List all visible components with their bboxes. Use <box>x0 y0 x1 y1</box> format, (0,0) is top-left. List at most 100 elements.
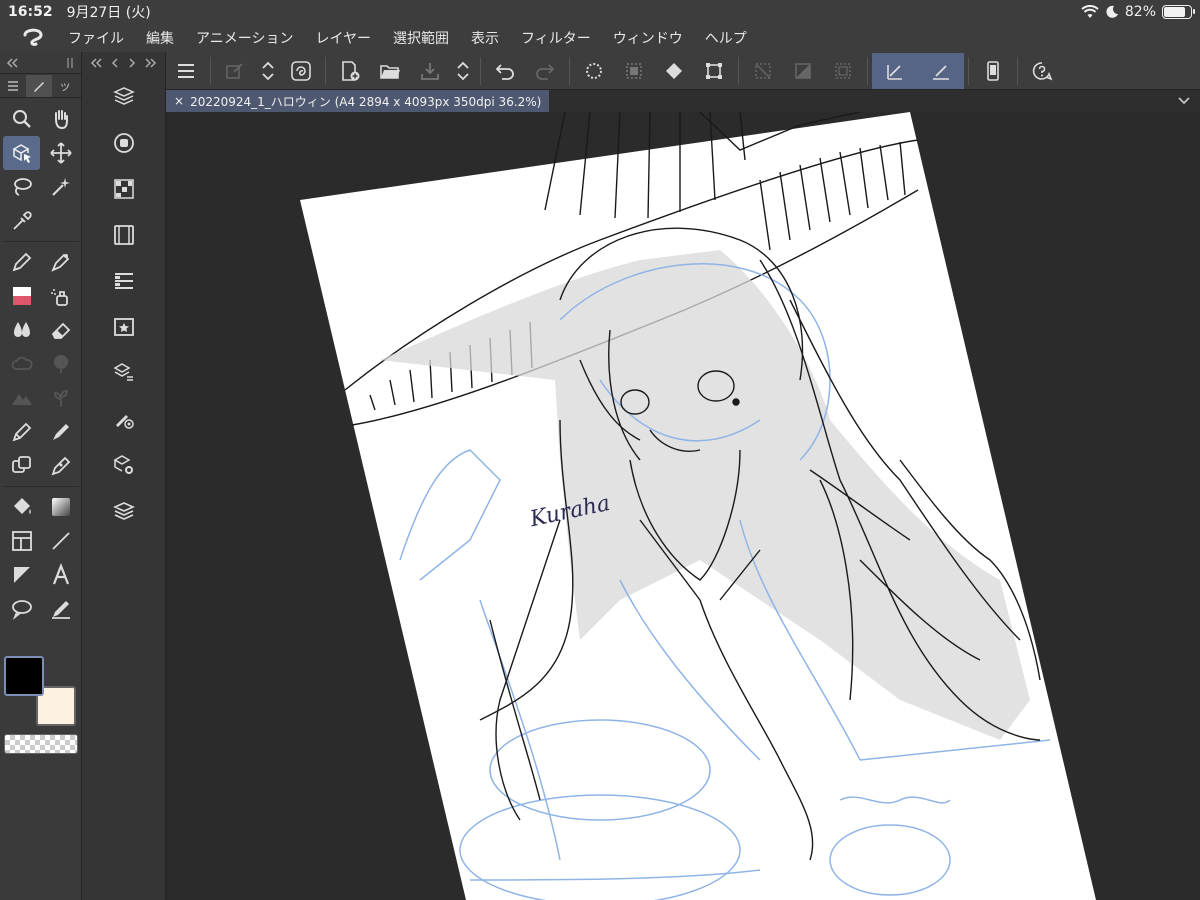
material-favorites-icon[interactable] <box>82 304 166 350</box>
speech-balloon-tool-icon[interactable] <box>3 592 40 626</box>
eraser-tool-icon[interactable] <box>42 313 79 347</box>
main-color-swatch[interactable] <box>4 656 44 696</box>
drag-handle-icon[interactable] <box>64 56 76 70</box>
menu-filter[interactable]: フィルター <box>521 28 591 48</box>
help-icon[interactable] <box>1022 53 1062 89</box>
layer-palette-icon[interactable] <box>82 488 166 534</box>
status-time: 16:52 <box>8 4 53 20</box>
updown-arrows-icon[interactable] <box>255 53 281 89</box>
open-folder-icon[interactable] <box>370 53 410 89</box>
clear-layer-icon[interactable] <box>574 53 614 89</box>
edit-page-icon[interactable] <box>215 53 255 89</box>
save-icon[interactable] <box>410 53 450 89</box>
sub-palette-header <box>82 52 165 74</box>
gradient-tool-icon[interactable] <box>42 490 79 524</box>
frame-border-tool-icon[interactable] <box>3 524 40 558</box>
menu-animation[interactable]: アニメーション <box>196 28 293 48</box>
color-set-icon[interactable] <box>82 166 166 212</box>
color-area <box>0 652 82 762</box>
airbrush-tool-icon[interactable] <box>42 279 79 313</box>
move-tool-icon[interactable] <box>42 136 79 170</box>
brush-size-icon[interactable] <box>82 396 166 442</box>
command-separator <box>1017 56 1018 85</box>
tab-tsu[interactable]: ッ <box>52 75 78 97</box>
command-separator <box>480 56 481 85</box>
decoration-tree-icon[interactable] <box>42 347 79 381</box>
animation-timeline-icon[interactable] <box>82 212 166 258</box>
line-tool-icon[interactable] <box>42 524 79 558</box>
hand-tool-icon[interactable] <box>42 102 79 136</box>
transform-icon[interactable] <box>694 53 734 89</box>
expand-right-icon[interactable] <box>143 56 159 70</box>
menu-selection[interactable]: 選択範囲 <box>393 28 449 48</box>
layer-property-icon[interactable] <box>82 258 166 304</box>
menu-bar: ファイル 編集 アニメーション レイヤー 選択範囲 表示 フィルター ウィンドウ… <box>0 24 1200 52</box>
transparent-color-swatch[interactable] <box>4 734 78 754</box>
menu-help[interactable]: ヘルプ <box>705 28 747 48</box>
close-tab-icon[interactable]: × <box>174 94 184 108</box>
layer-move-tool-icon[interactable] <box>3 449 40 483</box>
snap-to-ruler-icon[interactable] <box>872 52 918 89</box>
menu-view[interactable]: 表示 <box>471 28 499 48</box>
status-indicators: 82% <box>1081 4 1195 20</box>
app-root: 16:52 9月27日 (火) 82% ファイル 編集 アニメーション レイヤー… <box>0 0 1200 900</box>
new-canvas-icon[interactable] <box>330 53 370 89</box>
clip-studio-logo-icon[interactable] <box>20 27 46 49</box>
brush-tool-icon[interactable] <box>3 279 40 313</box>
correct-line-tool-icon[interactable] <box>42 592 79 626</box>
empty-tool-slot <box>42 204 79 238</box>
document-tab-bar: × 20220924_1_ハロウィン (A4 2894 x 4093px 350… <box>166 90 1200 112</box>
document-title: 20220924_1_ハロウィン (A4 2894 x 4093px 350dp… <box>190 94 542 109</box>
menu-edit[interactable]: 編集 <box>146 28 174 48</box>
object-select-tool-icon[interactable] <box>3 136 40 170</box>
decoration-cloud-icon[interactable] <box>3 347 40 381</box>
expand-selection-icon[interactable] <box>823 53 863 89</box>
menu-file[interactable]: ファイル <box>68 28 124 48</box>
command-separator <box>325 56 326 85</box>
auto-action-settings-icon[interactable] <box>82 442 166 488</box>
marker-pen-tool-icon[interactable] <box>42 415 79 449</box>
collapse-left-icon[interactable] <box>88 56 104 70</box>
tool-grid <box>0 98 81 630</box>
fill-tool-icon[interactable] <box>3 490 40 524</box>
magic-wand-tool-icon[interactable] <box>42 170 79 204</box>
ruler-pen-tool-icon[interactable] <box>3 415 40 449</box>
chevron-down-icon[interactable] <box>1176 92 1192 108</box>
chevron-right-icon[interactable] <box>127 56 137 70</box>
clear-outside-selection-icon[interactable] <box>614 53 654 89</box>
tool-property-icon[interactable] <box>82 120 166 166</box>
deselect-icon[interactable] <box>743 53 783 89</box>
decoration-mountain-icon[interactable] <box>3 381 40 415</box>
drawing-canvas[interactable]: Kuraha <box>166 112 1200 900</box>
fine-pen-tool-icon[interactable] <box>42 449 79 483</box>
sub-tool-palette-icon[interactable] <box>82 74 166 120</box>
pencil-tool-icon[interactable] <box>42 245 79 279</box>
decoration-plant-icon[interactable] <box>42 381 79 415</box>
snap-to-special-ruler-icon[interactable] <box>918 52 964 89</box>
collapse-left-icon[interactable] <box>4 56 20 70</box>
fill-icon[interactable] <box>654 53 694 89</box>
chevron-left-icon[interactable] <box>110 56 120 70</box>
menu-window[interactable]: ウィンドウ <box>613 28 683 48</box>
document-tab[interactable]: × 20220924_1_ハロウィン (A4 2894 x 4093px 350… <box>166 90 550 112</box>
zoom-tool-icon[interactable] <box>3 102 40 136</box>
hamburger-menu-icon[interactable] <box>166 53 206 89</box>
eyedropper-tool-icon[interactable] <box>3 204 40 238</box>
clip-studio-cloud-icon[interactable] <box>281 53 321 89</box>
invert-selection-icon[interactable] <box>783 53 823 89</box>
list-icon[interactable] <box>0 75 26 97</box>
undo-icon[interactable] <box>485 53 525 89</box>
updown-arrows-icon[interactable] <box>450 53 476 89</box>
pen-tool-icon[interactable] <box>3 245 40 279</box>
wifi-icon <box>1081 5 1099 18</box>
blend-tool-icon[interactable] <box>3 313 40 347</box>
lasso-tool-icon[interactable] <box>3 170 40 204</box>
redo-icon[interactable] <box>525 53 565 89</box>
speech-balloon-tail-tool-icon[interactable] <box>3 558 40 592</box>
layer-search-icon[interactable] <box>82 350 166 396</box>
smartphone-icon[interactable] <box>973 53 1013 89</box>
text-tool-icon[interactable] <box>42 558 79 592</box>
brush-tab-icon[interactable] <box>26 74 52 97</box>
menu-layer[interactable]: レイヤー <box>315 28 371 48</box>
canvas-area[interactable]: Kuraha <box>166 112 1200 900</box>
